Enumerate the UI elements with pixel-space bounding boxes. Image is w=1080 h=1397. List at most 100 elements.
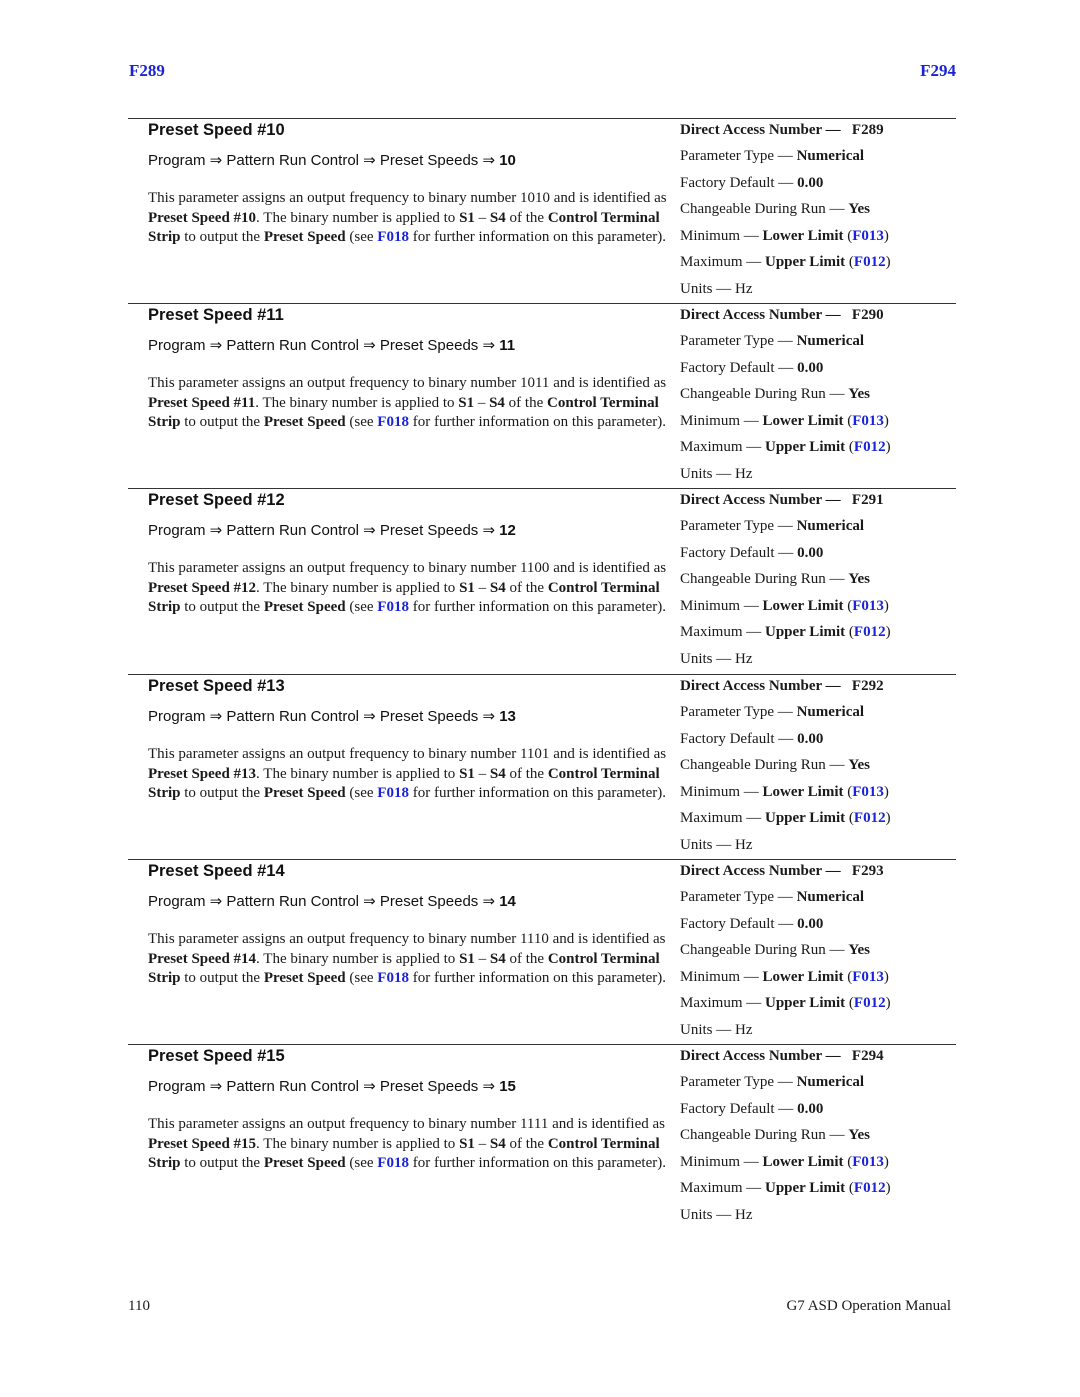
parameter-description: This parameter assigns an output frequen… (148, 930, 668, 989)
direct-access-number: Direct Access Number — F292 (680, 678, 884, 695)
parameter-type: Parameter Type — Numerical (680, 1074, 864, 1091)
min-value: Lower Limit (762, 228, 844, 244)
desc-text: and is identified as (553, 375, 667, 391)
preset-speed-term: Preset Speed (263, 970, 346, 986)
parameter-title: Preset Speed #10 (148, 121, 285, 139)
maximum: Maximum — Upper Limit (F012) (680, 810, 891, 827)
units-label: Units — (680, 281, 732, 297)
menu-path-number: 13 (499, 708, 516, 725)
ptype-label: Parameter Type — (680, 333, 793, 349)
f012-link[interactable]: F012 (854, 624, 886, 640)
min-label: Minimum — (680, 784, 759, 800)
maximum: Maximum — Upper Limit (F012) (680, 1180, 891, 1197)
page-number: 110 (128, 1298, 150, 1314)
menu-path-prefix: Program ⇒ Pattern Run Control ⇒ Preset S… (148, 893, 496, 910)
minimum: Minimum — Lower Limit (F013) (680, 598, 889, 615)
dan-label: Direct Access Number — (680, 307, 841, 323)
default-label: Factory Default — (680, 916, 794, 932)
desc-text: This parameter assigns an output frequen… (148, 375, 517, 391)
parameter-section: Preset Speed #11 Program ⇒ Pattern Run C… (128, 303, 956, 489)
desc-text: – (478, 765, 487, 782)
preset-speed-term: Preset Speed (263, 414, 346, 430)
desc-text: to output the (184, 599, 261, 615)
max-value: Upper Limit (765, 995, 846, 1011)
min-value: Lower Limit (762, 413, 844, 429)
f013-link[interactable]: F013 (852, 598, 884, 614)
f018-link[interactable]: F018 (377, 1155, 409, 1171)
max-label: Maximum — (680, 810, 762, 826)
f012-link[interactable]: F012 (854, 1180, 886, 1196)
f013-link[interactable]: F013 (852, 1154, 884, 1170)
f018-link[interactable]: F018 (377, 414, 409, 430)
desc-text: . The binary number is applied to (256, 209, 456, 226)
preset-speed-term: Preset Speed (263, 229, 346, 245)
f012-link[interactable]: F012 (854, 810, 886, 826)
parameter-description: This parameter assigns an output frequen… (148, 189, 668, 248)
desc-text: – (478, 579, 487, 596)
desc-text: (see (349, 785, 374, 801)
f018-link[interactable]: F018 (377, 229, 409, 245)
f012-link[interactable]: F012 (854, 995, 886, 1011)
terminal-s4: S4 (489, 579, 506, 596)
units-value: Hz (735, 651, 753, 667)
f018-link[interactable]: F018 (377, 599, 409, 615)
header-left-parameter: F289 (129, 61, 165, 80)
desc-text: This parameter assigns an output frequen… (148, 931, 517, 947)
changeable-value: Yes (848, 201, 870, 217)
f013-link[interactable]: F013 (852, 784, 884, 800)
menu-path-number: 15 (499, 1078, 516, 1095)
default-value: 0.00 (797, 545, 824, 561)
units-label: Units — (680, 837, 732, 853)
paren: ) (885, 810, 891, 826)
default-value: 0.00 (797, 731, 824, 747)
desc-text: to output the (184, 970, 261, 986)
min-label: Minimum — (680, 598, 759, 614)
f018-link[interactable]: F018 (377, 970, 409, 986)
max-value: Upper Limit (765, 254, 846, 270)
binary-number: 1110 (519, 931, 549, 947)
default-value: 0.00 (797, 360, 824, 376)
terminal-s1: S1 (459, 950, 475, 967)
max-label: Maximum — (680, 1180, 762, 1196)
binary-number: 1111 (519, 1116, 549, 1132)
terminal-s1: S1 (459, 579, 475, 596)
f013-link[interactable]: F013 (852, 969, 884, 985)
f013-link[interactable]: F013 (852, 413, 884, 429)
desc-text: of the (509, 1135, 545, 1152)
changeable-value: Yes (848, 571, 870, 587)
desc-text: and is identified as (553, 746, 667, 762)
desc-text: This parameter assigns an output frequen… (148, 1116, 517, 1132)
preset-speed-name: Preset Speed #12 (148, 579, 257, 596)
default-value: 0.00 (797, 175, 824, 191)
default-label: Factory Default — (680, 1101, 794, 1117)
f012-link[interactable]: F012 (854, 254, 886, 270)
menu-path-number: 14 (499, 893, 516, 910)
parameter-section: Preset Speed #12 Program ⇒ Pattern Run C… (128, 488, 956, 674)
max-label: Maximum — (680, 254, 762, 270)
dan-label: Direct Access Number — (680, 492, 841, 508)
default-label: Factory Default — (680, 545, 794, 561)
f018-link[interactable]: F018 (377, 785, 409, 801)
f013-link[interactable]: F013 (852, 228, 884, 244)
desc-text: – (478, 1135, 487, 1152)
binary-number: 1100 (519, 560, 550, 576)
min-label: Minimum — (680, 413, 759, 429)
units: Units — Hz (680, 281, 753, 298)
ptype-value: Numerical (796, 1074, 865, 1090)
paren: ) (883, 1154, 889, 1170)
desc-text: This parameter assigns an output frequen… (148, 560, 517, 576)
min-value: Lower Limit (762, 598, 844, 614)
paren: ) (883, 413, 889, 429)
preset-speed-term: Preset Speed (263, 785, 346, 801)
dan-value: F293 (851, 863, 884, 879)
parameter-type: Parameter Type — Numerical (680, 148, 864, 165)
dan-value: F289 (851, 122, 884, 138)
factory-default: Factory Default — 0.00 (680, 1101, 823, 1118)
f012-link[interactable]: F012 (854, 439, 886, 455)
menu-path: Program ⇒ Pattern Run Control ⇒ Preset S… (148, 336, 515, 354)
menu-path: Program ⇒ Pattern Run Control ⇒ Preset S… (148, 521, 516, 539)
min-label: Minimum — (680, 228, 759, 244)
menu-path: Program ⇒ Pattern Run Control ⇒ Preset S… (148, 707, 516, 725)
max-value: Upper Limit (765, 439, 846, 455)
units: Units — Hz (680, 837, 753, 854)
